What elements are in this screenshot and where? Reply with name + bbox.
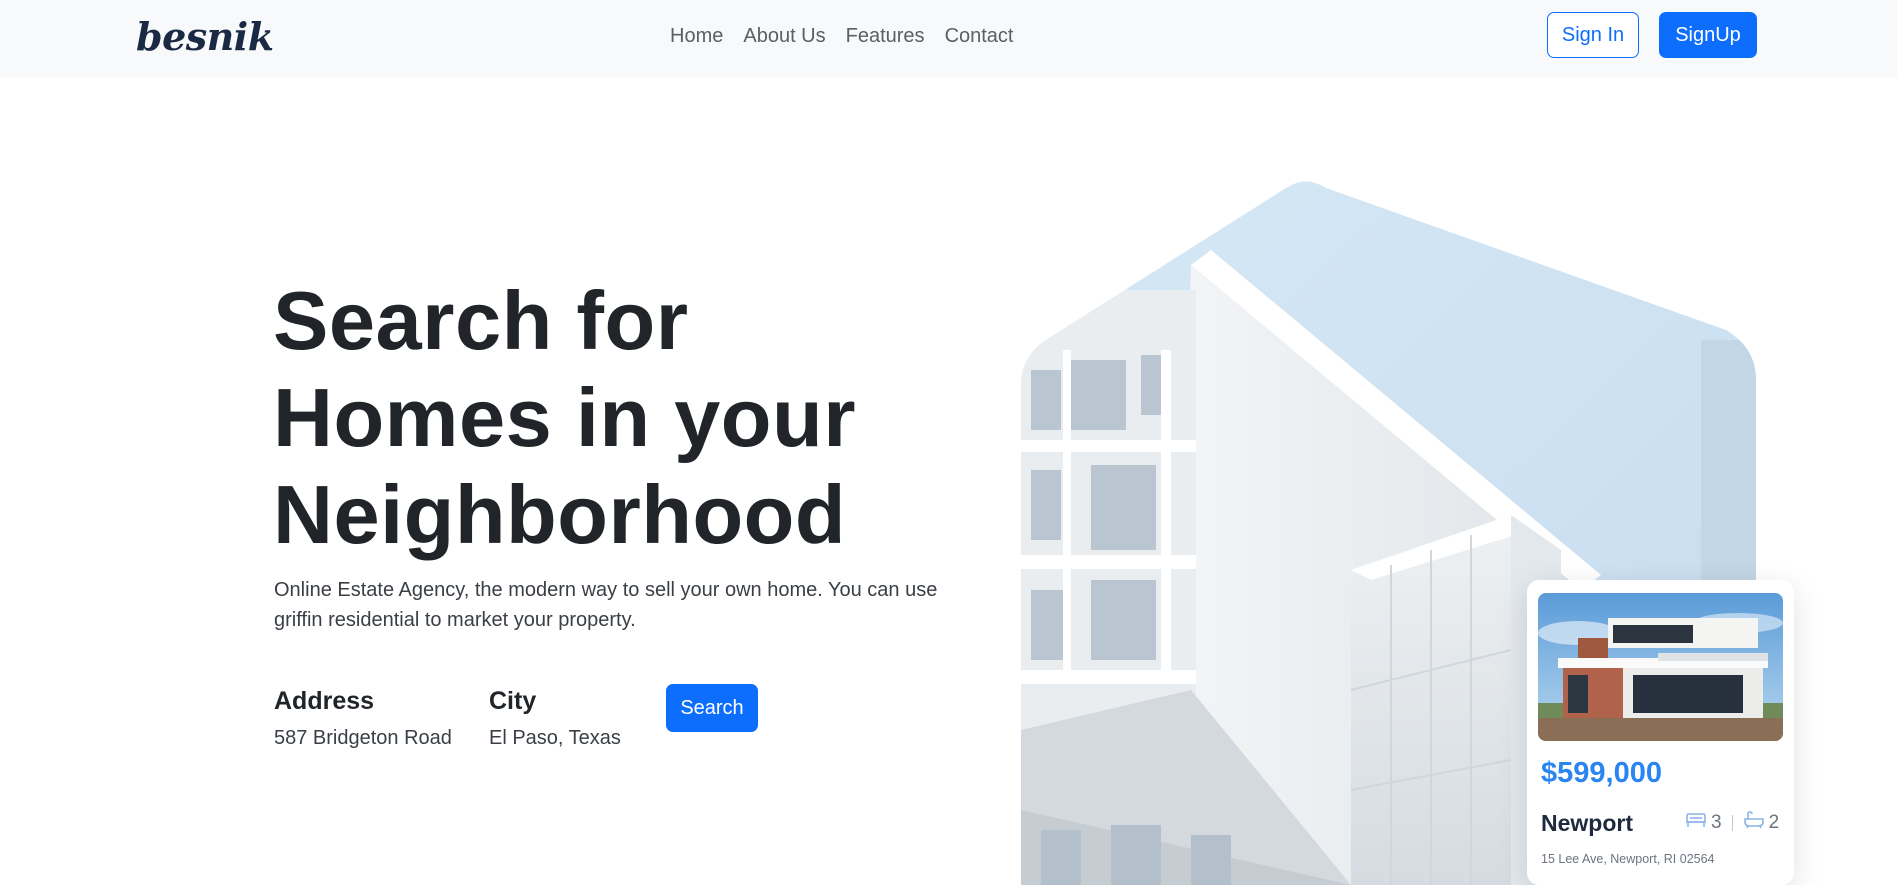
property-card[interactable]: $599,000 Newport 3 2 15 Lee Ave, Newport… bbox=[1527, 580, 1794, 885]
hero-description: Online Estate Agency, the modern way to … bbox=[274, 579, 938, 631]
city-value[interactable]: El Paso, Texas bbox=[489, 726, 621, 750]
property-price: $599,000 bbox=[1541, 757, 1662, 789]
bed-count: 3 bbox=[1711, 812, 1722, 833]
hero-title-line-3: Neighborhood bbox=[273, 468, 847, 561]
city-field: City El Paso, Texas bbox=[489, 686, 621, 750]
bed-icon bbox=[1685, 811, 1707, 835]
property-photo bbox=[1538, 593, 1783, 741]
hero-title-line-1: Search for bbox=[273, 274, 689, 367]
hero-title-line-2: Homes in your bbox=[273, 371, 857, 464]
city-label: City bbox=[489, 687, 537, 715]
address-field: Address 587 Bridgeton Road bbox=[274, 686, 452, 750]
navbar: besnik Home About Us Features Contact Si… bbox=[0, 0, 1897, 78]
property-stats: 3 2 bbox=[1685, 811, 1779, 835]
nav-link-contact[interactable]: Contact bbox=[935, 24, 1024, 48]
sign-up-button[interactable]: SignUp bbox=[1659, 12, 1757, 58]
property-address: 15 Lee Ave, Newport, RI 02564 bbox=[1541, 852, 1715, 866]
sign-in-button[interactable]: Sign In bbox=[1547, 12, 1639, 58]
hero-title: Search for Homes in your Neighborhood bbox=[273, 272, 893, 563]
address-label: Address bbox=[274, 687, 375, 715]
search-button[interactable]: Search bbox=[666, 684, 758, 732]
nav-link-features[interactable]: Features bbox=[836, 24, 935, 48]
brand-logo[interactable]: besnik bbox=[136, 14, 274, 59]
address-value[interactable]: 587 Bridgeton Road bbox=[274, 726, 452, 750]
nav-link-home[interactable]: Home bbox=[660, 24, 733, 48]
stats-divider bbox=[1731, 815, 1733, 831]
nav-links: Home About Us Features Contact bbox=[660, 24, 1024, 48]
property-name: Newport bbox=[1541, 810, 1633, 836]
bathtub-icon bbox=[1743, 811, 1765, 835]
nav-link-about-us[interactable]: About Us bbox=[733, 24, 835, 48]
bath-count: 2 bbox=[1768, 812, 1780, 833]
